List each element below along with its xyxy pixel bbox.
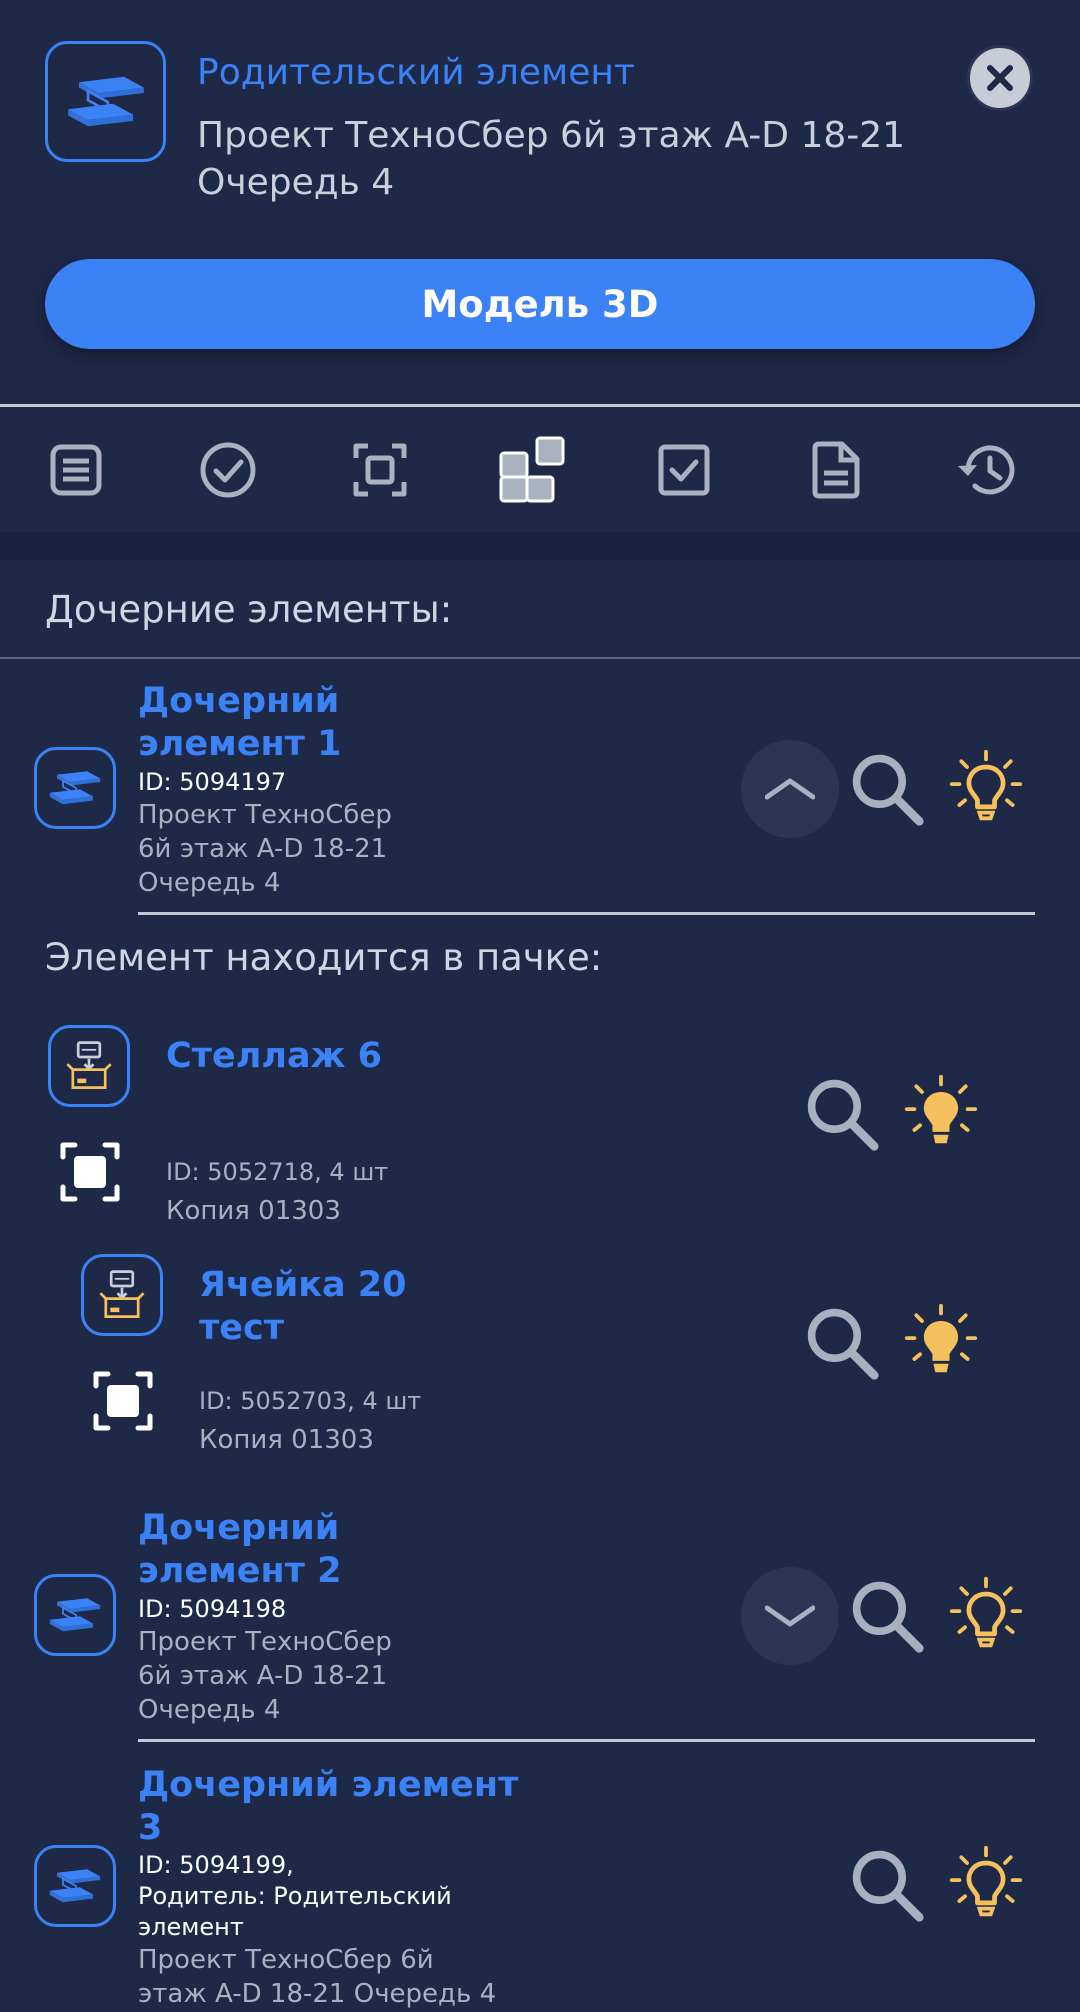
parent-element-icon-box — [45, 41, 166, 162]
pack-title: тест — [199, 1308, 285, 1348]
child-parent: Родитель: Родительский — [138, 1882, 452, 1910]
child-title: элемент 2 — [138, 1551, 342, 1591]
lightbulb-icon[interactable] — [948, 1575, 1024, 1651]
children-section-title: Дочерние элементы: — [45, 588, 453, 631]
pack-title: Ячейка 20 — [199, 1265, 407, 1305]
scan-icon[interactable] — [92, 1370, 154, 1432]
pack-icon-box — [81, 1254, 163, 1336]
pack-title[interactable]: Стеллаж 6 — [166, 1035, 382, 1078]
beam-icon — [61, 72, 151, 132]
history-icon — [958, 445, 1015, 495]
close-button[interactable] — [967, 45, 1033, 111]
tab-list[interactable] — [0, 420, 152, 520]
box-icon — [62, 1039, 116, 1093]
child-path: этаж A-D 18-21 Очередь 4 — [138, 1979, 497, 2009]
child-path: 6й этаж A-D 18-21 — [138, 1661, 388, 1691]
parent-element-path: Проект ТехноСбер 6й этаж A-D 18-21 Очере… — [197, 115, 906, 203]
checkbox-icon — [658, 444, 710, 496]
frame-icon — [353, 443, 407, 497]
child-element-icon-box — [34, 1845, 116, 1927]
row-divider — [138, 912, 1035, 915]
pack-copy: Копия 01303 — [199, 1425, 374, 1455]
pack-id: ID: 5052703, 4 шт — [199, 1387, 422, 1415]
collapse-button[interactable] — [741, 740, 839, 838]
child-element-2[interactable]: Дочерний элемент 2 ID: 5094198 Проект Те… — [138, 1507, 392, 1727]
child-id: ID: 5094197 — [138, 768, 287, 796]
row-divider — [138, 1739, 1035, 1742]
close-icon — [987, 65, 1013, 91]
lightbulb-icon[interactable] — [948, 1844, 1024, 1920]
lightbulb-filled-icon[interactable] — [903, 1073, 979, 1149]
pack-title-block[interactable]: Ячейка 20 тест — [199, 1264, 407, 1350]
child-title: Дочерний — [138, 681, 340, 721]
child-path: Проект ТехноСбер — [138, 1627, 392, 1657]
child-parent: элемент — [138, 1913, 244, 1941]
chevron-up-icon — [765, 778, 815, 800]
beam-icon — [45, 1866, 105, 1906]
child-id: ID: 5094198 — [138, 1595, 287, 1623]
tab-history[interactable] — [912, 420, 1064, 520]
child-path: Очередь 4 — [138, 1695, 281, 1725]
child-path: Проект ТехноСбер — [138, 800, 392, 830]
search-icon[interactable] — [849, 1847, 925, 1923]
child-element-icon-box — [34, 747, 116, 829]
search-icon[interactable] — [849, 751, 925, 827]
pack-copy: Копия 01303 — [166, 1196, 341, 1226]
pack-id: ID: 5052718, 4 шт — [166, 1158, 389, 1186]
beam-icon — [45, 768, 105, 808]
check-circle-icon — [200, 442, 256, 498]
blocks-icon — [499, 436, 565, 503]
model-3d-button[interactable]: Модель 3D — [45, 259, 1035, 349]
tab-check[interactable] — [152, 420, 304, 520]
child-title: Дочерний — [138, 1508, 340, 1548]
tab-document[interactable] — [760, 420, 912, 520]
child-id: ID: 5094199, — [138, 1851, 294, 1879]
parent-element-label: Родительский элемент — [197, 52, 635, 93]
chevron-down-icon — [765, 1605, 815, 1627]
document-icon — [812, 441, 860, 499]
child-title: 3 — [138, 1808, 163, 1848]
expand-button[interactable] — [741, 1567, 839, 1665]
lightbulb-icon[interactable] — [948, 748, 1024, 824]
section-divider — [0, 657, 1080, 659]
child-element-3[interactable]: Дочерний элемент 3 ID: 5094199, Родитель… — [138, 1764, 518, 2011]
search-icon[interactable] — [849, 1578, 925, 1654]
beam-icon — [45, 1595, 105, 1635]
pack-section-title: Элемент находится в пачке: — [45, 936, 603, 979]
child-element-1[interactable]: Дочерний элемент 1 ID: 5094197 Проект Те… — [138, 680, 392, 900]
tab-toolbar — [0, 408, 1080, 532]
list-icon — [50, 444, 102, 496]
child-path: Очередь 4 — [138, 868, 281, 898]
tab-checkbox[interactable] — [608, 420, 760, 520]
search-icon[interactable] — [804, 1076, 880, 1152]
child-path: 6й этаж A-D 18-21 — [138, 834, 388, 864]
box-icon — [95, 1268, 149, 1322]
child-title: Дочерний элемент — [138, 1765, 519, 1805]
child-path: Проект ТехноСбер 6й — [138, 1945, 434, 1975]
scan-icon[interactable] — [59, 1141, 121, 1203]
tab-blocks[interactable] — [456, 420, 608, 520]
child-title: элемент 1 — [138, 724, 342, 764]
child-element-icon-box — [34, 1574, 116, 1656]
tab-frame[interactable] — [304, 420, 456, 520]
search-icon[interactable] — [804, 1305, 880, 1381]
section-band — [0, 532, 1080, 560]
lightbulb-filled-icon[interactable] — [903, 1302, 979, 1378]
pack-icon-box — [48, 1025, 130, 1107]
header-divider — [0, 404, 1080, 407]
